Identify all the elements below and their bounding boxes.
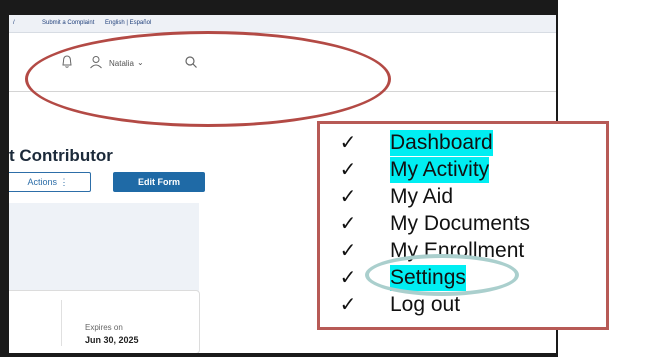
check-icon: ✓ — [339, 294, 357, 316]
menu-item-label: My Activity — [390, 157, 490, 183]
check-icon: ✓ — [339, 213, 357, 235]
menu-item-label: My Documents — [390, 212, 531, 235]
annotation-oval-settings — [365, 254, 519, 296]
page-title: t Contributor — [9, 146, 113, 165]
top-utility-bar: / Submit a Complaint English | Español — [9, 15, 556, 33]
check-icon: ✓ — [339, 267, 357, 289]
check-icon: ✓ — [339, 159, 357, 181]
edit-form-button[interactable]: Edit Form — [113, 172, 205, 192]
annotation-oval-user-nav — [25, 31, 391, 127]
expiry-card: Expires on Jun 30, 2025 — [9, 290, 200, 353]
expires-label: Expires on — [85, 323, 123, 332]
check-icon: ✓ — [339, 132, 357, 154]
actions-button[interactable]: Actions ⋮ — [9, 172, 91, 192]
language-switcher[interactable]: English | Español — [105, 20, 151, 26]
info-panel — [9, 203, 199, 296]
card-divider — [61, 300, 62, 346]
menu-item-label: Dashboard — [390, 130, 493, 156]
expires-date: Jun 30, 2025 — [85, 335, 139, 345]
topbar-link-partial[interactable]: / — [13, 20, 15, 26]
check-icon: ✓ — [339, 186, 357, 208]
check-icon: ✓ — [339, 240, 357, 262]
submit-complaint-link[interactable]: Submit a Complaint — [42, 20, 94, 26]
menu-item-label: My Aid — [390, 185, 454, 208]
menu-list-box: ✓ Dashboard ✓ My Activity ✓ My Aid ✓ My … — [317, 121, 609, 330]
